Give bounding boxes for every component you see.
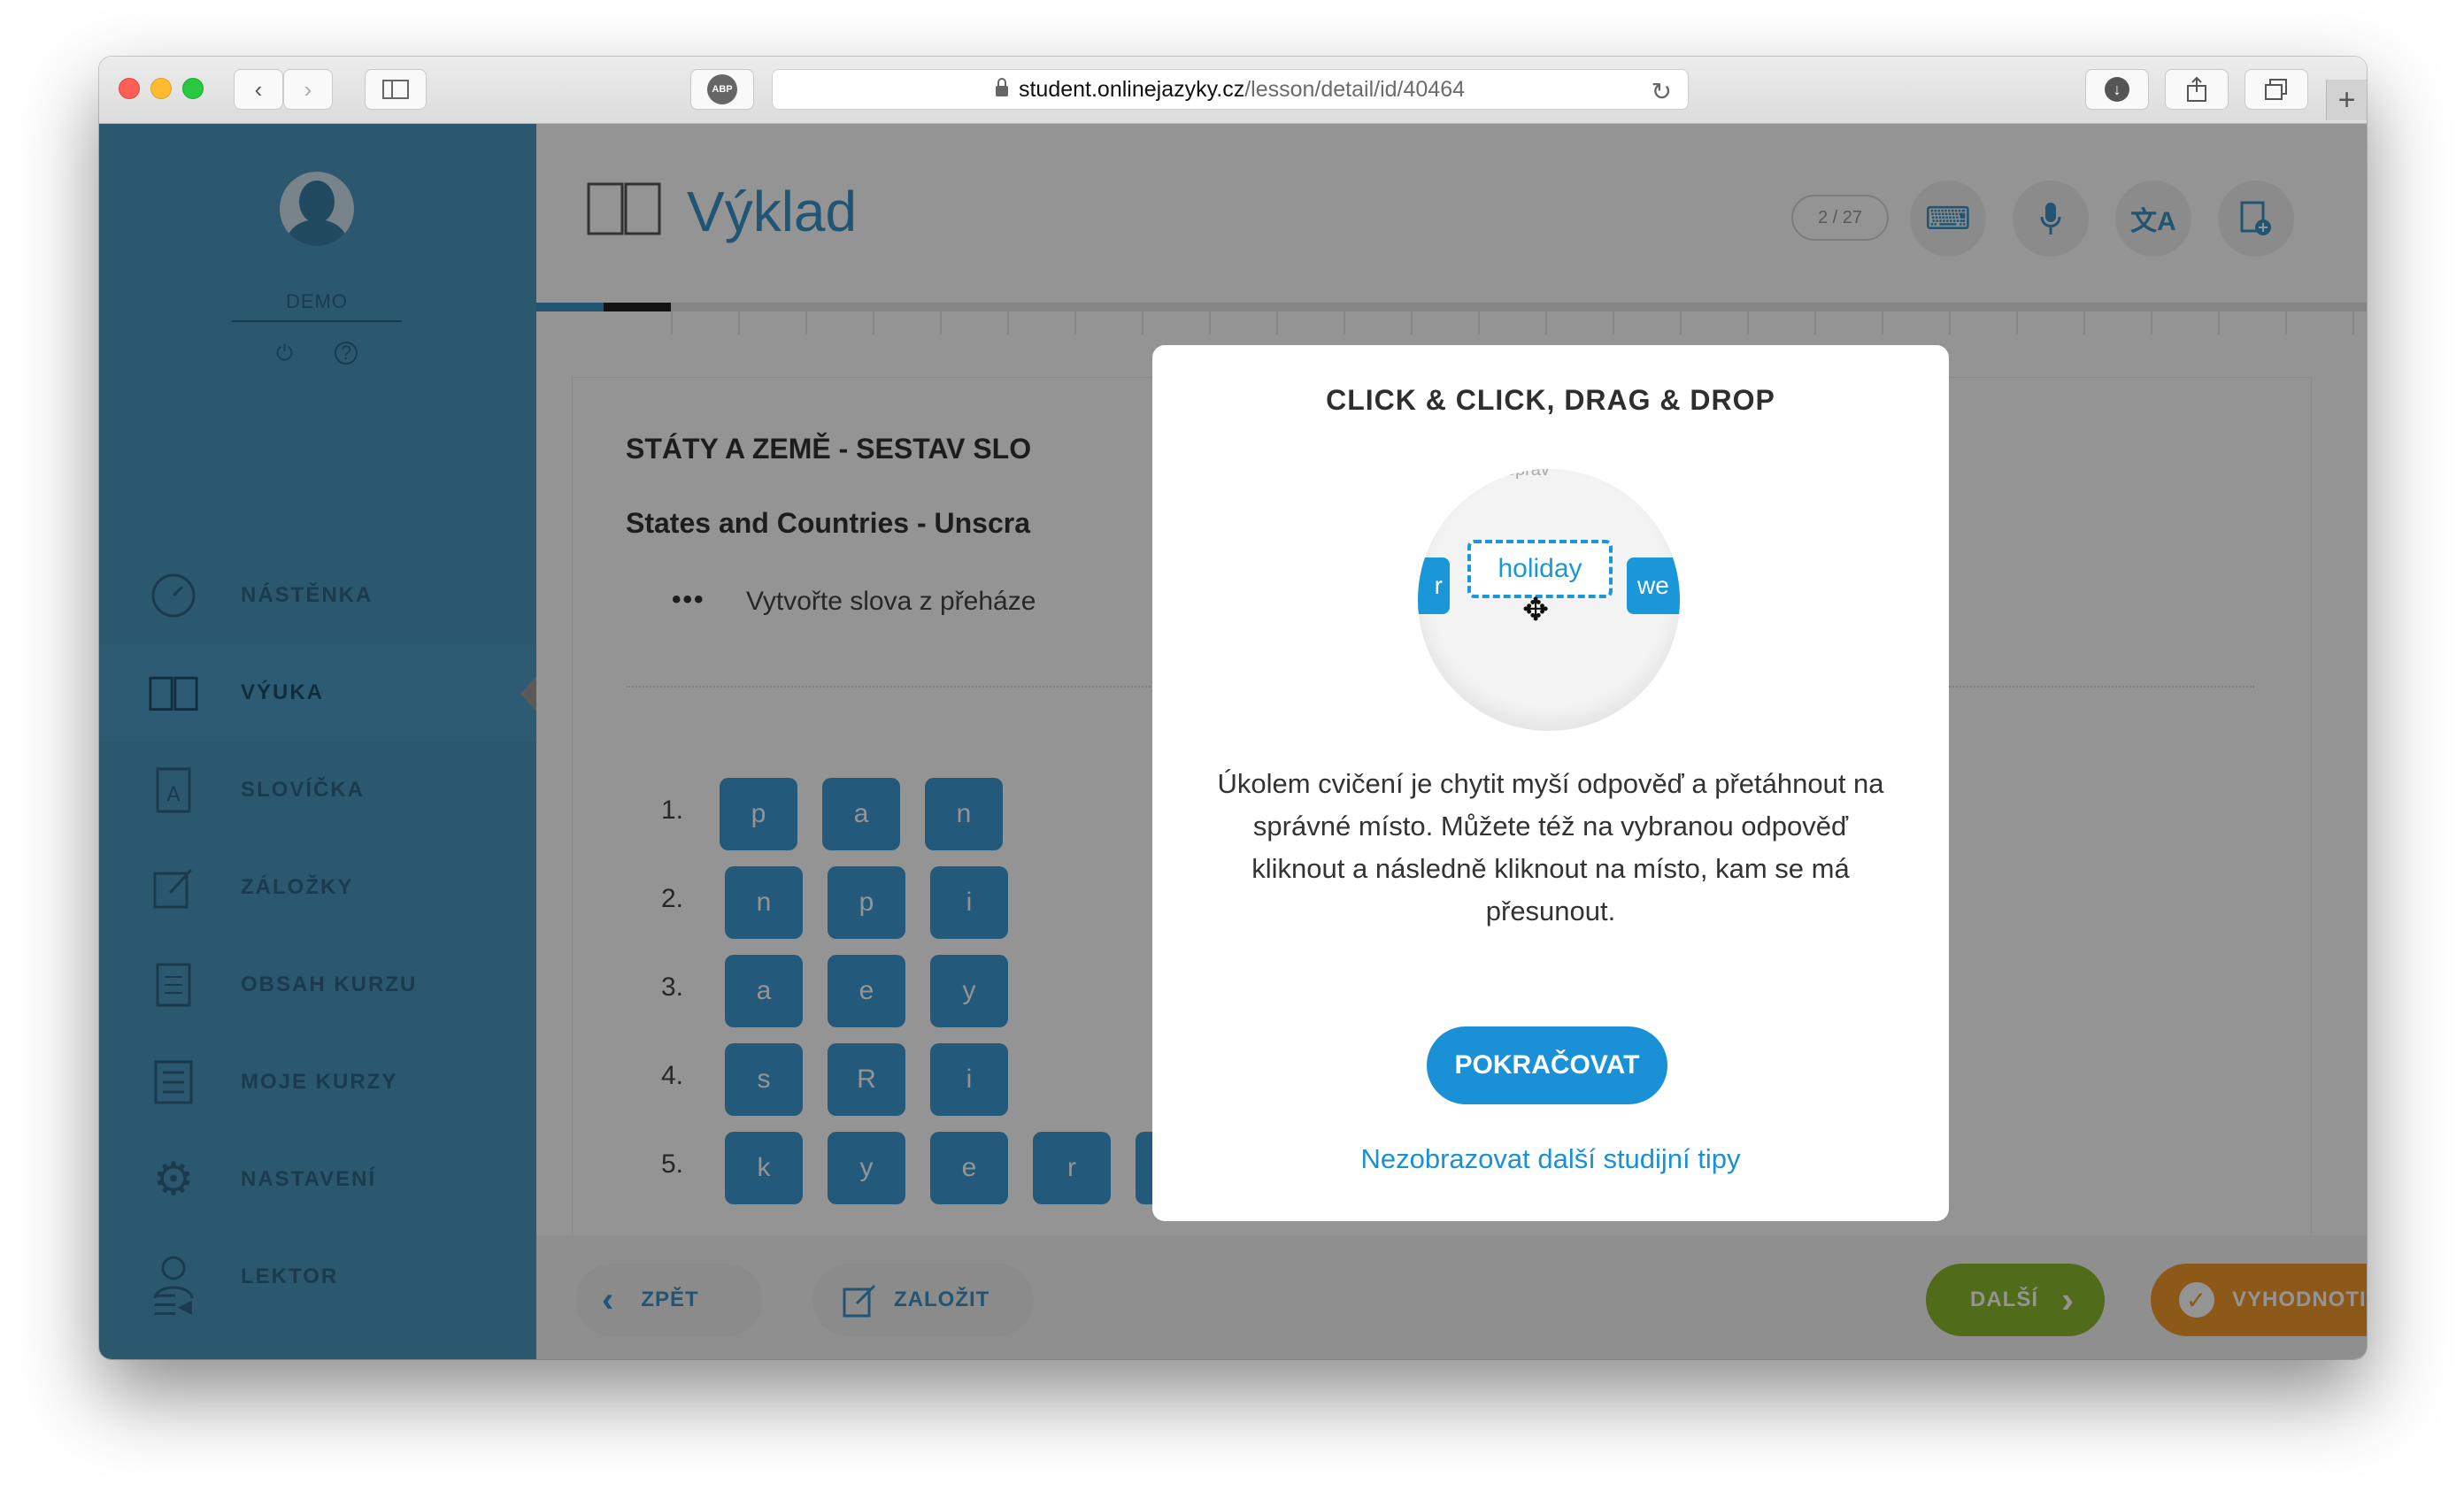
move-cursor-icon: ✥ [1522, 591, 1550, 627]
lock-icon [995, 78, 1008, 96]
plus-icon: + [2337, 82, 2356, 117]
zoom-window-button[interactable] [182, 78, 204, 99]
chevron-right-icon: › [304, 75, 312, 103]
adblock-icon: ABP [707, 74, 737, 104]
illustration-chip-right: we [1627, 557, 1680, 614]
share-button[interactable] [2165, 69, 2229, 110]
minimize-window-button[interactable] [150, 78, 172, 99]
illustration-peek-text: správ [1506, 469, 1550, 480]
address-bar[interactable]: student.onlinejazyky.cz/lesson/detail/id… [772, 69, 1689, 110]
download-icon: ↓ [2105, 77, 2129, 102]
url-path: /lesson/detail/id/40464 [1244, 76, 1466, 102]
close-window-button[interactable] [119, 78, 140, 99]
continue-button[interactable]: POKRAČOVAT [1427, 1026, 1667, 1104]
tip-dialog: CLICK & CLICK, DRAG & DROP správ r holid… [1152, 345, 1949, 1221]
url-host: student.onlinejazyky.cz [1018, 76, 1245, 102]
dialog-body: Úkolem cvičení je chytit myší odpověď a … [1217, 768, 1884, 926]
dialog-title: CLICK & CLICK, DRAG & DROP [1326, 384, 1775, 416]
downloads-button[interactable]: ↓ [2085, 69, 2149, 110]
sidebar-toggle-button[interactable] [365, 69, 427, 110]
reload-icon[interactable]: ↻ [1652, 77, 1672, 106]
browser-toolbar: ‹ › ABP student.onlinejazyky.cz/lesson/d… [99, 57, 2367, 124]
disable-tips-link[interactable]: Nezobrazovat další studijní tipy [1152, 1143, 1949, 1175]
illustration-drop-target: holiday [1467, 540, 1613, 598]
tabs-icon [2265, 79, 2287, 100]
share-icon [2187, 76, 2206, 102]
illustration-chip-left: r [1418, 557, 1450, 614]
new-tab-button[interactable]: + [2326, 80, 2367, 120]
adblock-button[interactable]: ABP [690, 69, 754, 110]
chevron-left-icon: ‹ [254, 75, 263, 103]
browser-window: ‹ › ABP student.onlinejazyky.cz/lesson/d… [99, 57, 2367, 1359]
tabs-overview-button[interactable] [2245, 69, 2308, 110]
forward-nav-button[interactable]: › [283, 69, 333, 110]
back-nav-button[interactable]: ‹ [234, 69, 283, 110]
drag-drop-illustration: správ r holiday we ✥ [1418, 469, 1680, 731]
sidebar-icon [382, 80, 409, 99]
